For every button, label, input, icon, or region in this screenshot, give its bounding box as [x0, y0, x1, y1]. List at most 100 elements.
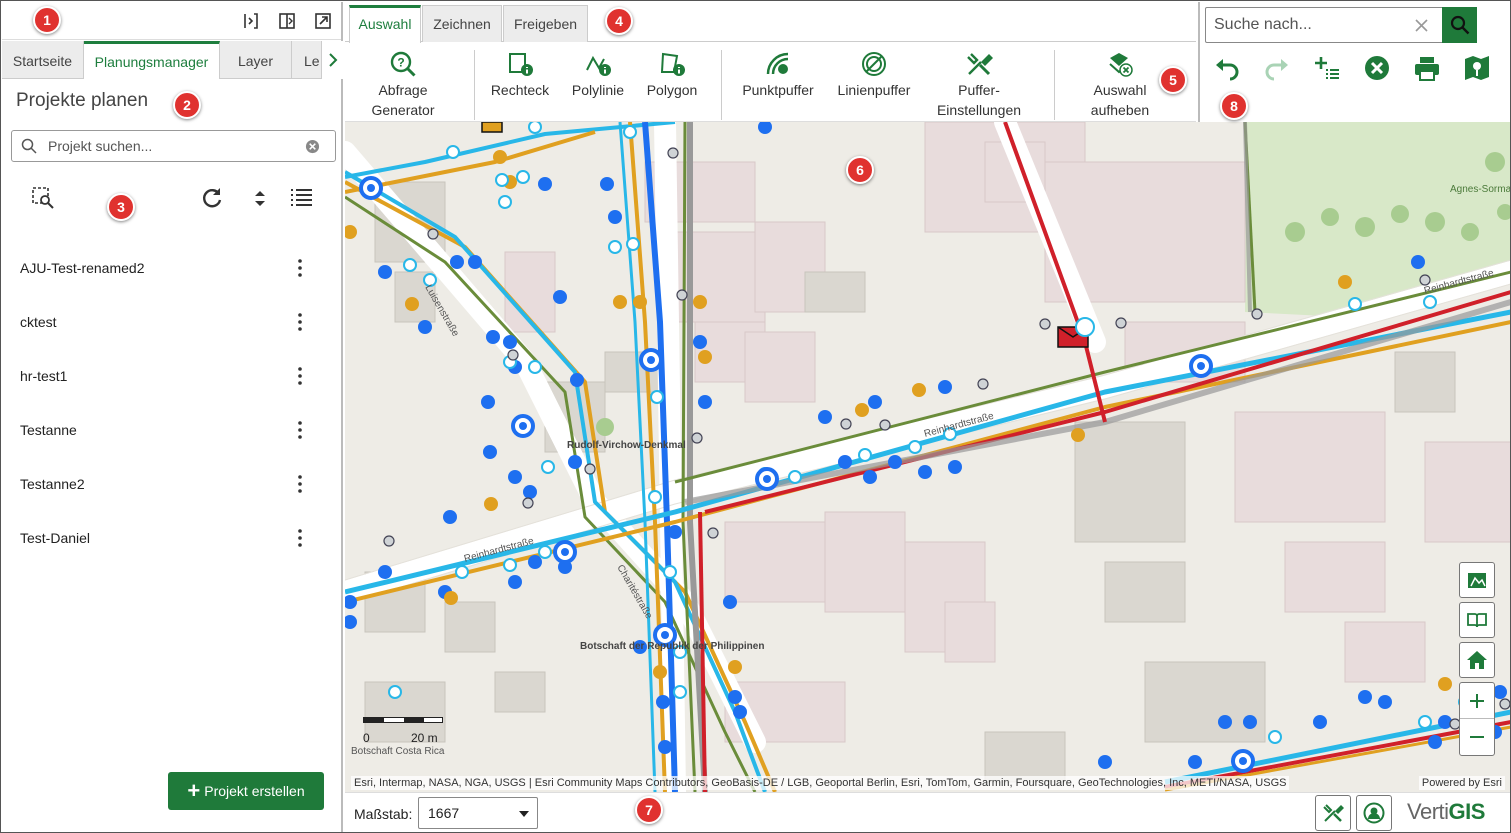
app-window: Startseite Planungsmanager Layer Le Proj…: [0, 0, 1511, 833]
point-buffer-button[interactable]: Punktpuffer: [733, 50, 823, 100]
more-options-icon[interactable]: [292, 258, 308, 278]
tab-planungsmanager[interactable]: Planungsmanager: [84, 41, 220, 79]
panel-tabs: Startseite Planungsmanager Layer Le: [2, 41, 343, 79]
clear-search-icon[interactable]: [305, 139, 320, 154]
user-account-button[interactable]: [1356, 795, 1392, 831]
zoom-control: [1459, 682, 1495, 756]
polygon-select-label: Polygon: [646, 82, 698, 98]
project-item[interactable]: AJU-Test-renamed2: [20, 260, 145, 276]
global-search: [1205, 7, 1475, 43]
scale-value: 1667: [428, 805, 460, 821]
more-options-icon[interactable]: [292, 528, 308, 548]
scale-end-label: 20 m: [411, 731, 438, 745]
project-item[interactable]: Test-Daniel: [20, 530, 90, 546]
sort-icon[interactable]: [247, 185, 273, 211]
tab-freigeben[interactable]: Freigeben: [503, 5, 588, 42]
plus-icon: +: [187, 778, 201, 803]
point-buffer-label: Punktpuffer: [742, 82, 814, 98]
map-marker-icon[interactable]: [1463, 54, 1491, 82]
scale-label: Maßstab:: [354, 806, 413, 822]
query-generator-button[interactable]: ? Abfrage Generator: [359, 50, 447, 120]
rectangle-select-icon: [509, 53, 533, 76]
project-item[interactable]: hr-test1: [20, 368, 67, 384]
search-icon: [1450, 15, 1469, 35]
annotation-badge: 3: [107, 193, 135, 221]
project-search-input[interactable]: [48, 131, 298, 161]
more-options-icon[interactable]: [292, 312, 308, 332]
collapse-panel-icon[interactable]: [242, 12, 260, 30]
print-icon[interactable]: [1413, 54, 1441, 82]
annotation-badge: 5: [1159, 66, 1187, 94]
popout-icon[interactable]: [314, 12, 332, 30]
list-view-icon[interactable]: [288, 185, 314, 211]
line-buffer-label: Linienpuffer: [837, 82, 911, 98]
buffer-settings-label: Puffer-Einstellungen: [936, 82, 1022, 118]
more-options-icon[interactable]: [292, 474, 308, 494]
basemap-icon: [1468, 573, 1486, 588]
plus-icon: [1470, 693, 1484, 708]
split-panel-icon[interactable]: [278, 12, 296, 30]
map-canvas: Reinhardtstraße Reinhardtstraße Reinhard…: [345, 122, 1510, 792]
left-panel: Startseite Planungsmanager Layer Le Proj…: [2, 2, 343, 832]
more-options-icon[interactable]: [292, 420, 308, 440]
poi-label: Botschaft Costa Rica: [351, 746, 445, 757]
close-icon[interactable]: [1363, 54, 1391, 82]
basemap-button[interactable]: [1459, 562, 1495, 598]
powered-by-esri[interactable]: Powered by Esri: [1418, 776, 1505, 790]
svg-text:?: ?: [397, 56, 404, 70]
annotation-badge: 2: [173, 91, 201, 119]
tab-layer[interactable]: Layer: [220, 41, 292, 79]
zoom-in-button[interactable]: [1460, 683, 1494, 719]
ribbon-separator: [1054, 50, 1055, 120]
create-project-button[interactable]: + Projekt erstellen: [168, 772, 324, 810]
clear-selection-icon: [1109, 53, 1133, 77]
chevron-down-icon: [519, 811, 529, 817]
ribbon-toolbar: Auswahl Zeichnen Freigeben ? Abfrage Gen…: [345, 2, 1196, 122]
tools-button[interactable]: [1315, 795, 1351, 831]
buffer-settings-button[interactable]: Puffer-Einstellungen: [931, 50, 1027, 120]
tab-auswahl[interactable]: Auswahl: [349, 5, 421, 43]
polyline-select-icon: [586, 55, 611, 76]
tabs-next-button[interactable]: [321, 41, 343, 79]
more-options-icon[interactable]: [292, 366, 308, 386]
buffer-settings-icon: [967, 53, 993, 76]
tab-zeichnen[interactable]: Zeichnen: [422, 5, 502, 42]
line-buffer-button[interactable]: Linienpuffer: [831, 50, 917, 100]
undo-icon[interactable]: [1213, 54, 1241, 82]
global-search-input[interactable]: [1214, 8, 1414, 42]
map-view[interactable]: Reinhardtstraße Reinhardtstraße Reinhard…: [345, 122, 1510, 792]
rectangle-select-label: Rechteck: [490, 82, 550, 98]
home-icon: [1467, 651, 1487, 669]
clear-selection-label: Auswahl aufheben: [1090, 82, 1150, 118]
tab-legende[interactable]: Le: [292, 41, 322, 79]
zoom-out-button[interactable]: [1460, 719, 1494, 755]
ribbon-tabs: Auswahl Zeichnen Freigeben: [345, 2, 1196, 43]
global-search-button[interactable]: [1442, 7, 1477, 43]
project-item[interactable]: Testanne: [20, 422, 77, 438]
book-icon: [1467, 613, 1487, 628]
bottom-bar: Maßstab: 1667 VertiGIS: [345, 792, 1510, 832]
query-generator-icon: ?: [390, 51, 416, 77]
refresh-icon[interactable]: [199, 185, 225, 211]
point-buffer-icon: [766, 52, 789, 75]
polygon-select-button[interactable]: Polygon: [637, 50, 707, 100]
clear-selection-button[interactable]: Auswahl aufheben: [1080, 50, 1160, 120]
rectangle-select-button[interactable]: Rechteck: [485, 50, 555, 100]
project-item[interactable]: cktest: [20, 314, 57, 330]
home-button[interactable]: [1459, 642, 1495, 678]
user-icon: [1363, 802, 1385, 824]
legend-button[interactable]: [1459, 602, 1495, 638]
scale-select[interactable]: 1667: [418, 797, 538, 829]
tools-icon: [1323, 804, 1344, 822]
project-item[interactable]: Testanne2: [20, 476, 85, 492]
panel-title: Projekte planen: [16, 90, 149, 111]
redo-icon[interactable]: [1263, 54, 1291, 82]
clear-icon[interactable]: [1414, 18, 1429, 33]
vertigis-logo: VertiGIS: [1407, 799, 1485, 824]
polyline-select-button[interactable]: Polylinie: [563, 50, 633, 100]
chevron-right-icon: [328, 53, 337, 67]
tab-startseite[interactable]: Startseite: [2, 41, 84, 79]
add-to-selection-icon[interactable]: [1313, 54, 1341, 82]
ribbon-separator: [474, 50, 475, 120]
select-zoom-icon[interactable]: [30, 185, 56, 211]
